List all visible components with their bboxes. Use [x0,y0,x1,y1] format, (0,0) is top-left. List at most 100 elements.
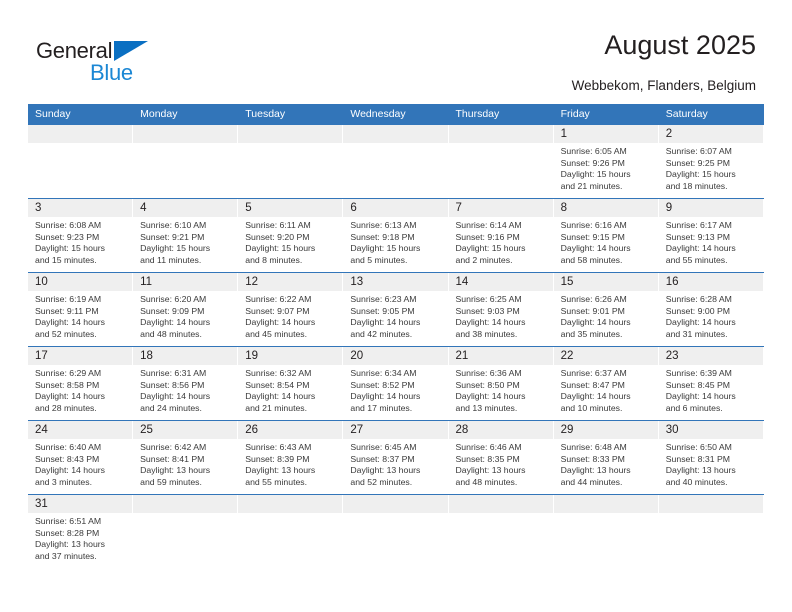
day-number: 14 [448,273,553,291]
day-sun-info: Sunrise: 6:42 AM Sunset: 8:41 PM Daylight:… [133,439,237,488]
calendar-day-cell[interactable]: 18 Sunrise: 6:31 AM Sunset: 8:56 PM Dayligh… [133,347,239,420]
day-number: 13 [343,273,448,291]
day-sunset-line: Sunset: 9:16 PM [455,231,520,242]
day-sunset-line: Sunset: 8:52 PM [350,379,415,390]
day-sunset-line: Sunset: 8:47 PM [560,379,625,390]
day-number [343,495,448,513]
day-sunrise-line: Sunrise: 6:34 AM [350,368,417,378]
day-number: 3 [28,199,133,217]
day-number: 16 [658,273,763,291]
logo-triangle-icon [114,41,148,61]
calendar-day-cell[interactable]: 25 Sunrise: 6:42 AM Sunset: 8:41 PM Dayligh… [133,421,239,494]
calendar-day-cell[interactable]: 12 Sunrise: 6:22 AM Sunset: 9:07 PM Dayligh… [238,273,344,346]
calendar-day-cell[interactable]: 1 Sunrise: 6:05 AM Sunset: 9:26 PM Daylight… [553,125,659,198]
day-number [658,495,763,513]
day-sunrise-line: Sunrise: 6:17 AM [665,220,732,230]
day-sunrise-line: Sunrise: 6:14 AM [455,220,522,230]
day-daylight-line: Daylight: 14 hours [140,391,211,402]
calendar-day-cell[interactable]: 24 Sunrise: 6:40 AM Sunset: 8:43 PM Dayligh… [28,421,134,494]
calendar-day-cell[interactable]: 14 Sunrise: 6:25 AM Sunset: 9:03 PM Dayligh… [448,273,554,346]
day-number: 4 [133,199,238,217]
calendar-day-cell[interactable]: 27 Sunrise: 6:45 AM Sunset: 8:37 PM Dayligh… [343,421,449,494]
calendar-day-cell[interactable]: 13 Sunrise: 6:23 AM Sunset: 9:05 PM Dayligh… [343,273,449,346]
calendar-day-cell[interactable]: 15 Sunrise: 6:26 AM Sunset: 9:01 PM Dayligh… [553,273,659,346]
day-sun-info: Sunrise: 6:40 AM Sunset: 8:43 PM Daylight:… [28,439,132,488]
day-sun-info [449,513,553,516]
day-sunset-line: Sunset: 8:50 PM [455,379,520,390]
logo-text-blue: Blue [90,60,133,85]
day-sunrise-line: Sunrise: 6:31 AM [140,368,207,378]
day-number: 26 [238,421,343,439]
day-daylight-line: and 52 minutes. [35,328,97,339]
day-sunset-line: Sunset: 9:26 PM [560,157,625,168]
calendar-week-row: 10 Sunrise: 6:19 AM Sunset: 9:11 PM Dayligh… [28,272,764,346]
day-sunrise-line: Sunrise: 6:23 AM [350,294,417,304]
calendar-day-cell[interactable]: 21 Sunrise: 6:36 AM Sunset: 8:50 PM Dayligh… [448,347,554,420]
calendar-day-cell-empty [448,125,554,198]
day-daylight-line: and 37 minutes. [35,550,97,561]
calendar-day-cell[interactable]: 11 Sunrise: 6:20 AM Sunset: 9:09 PM Dayligh… [133,273,239,346]
day-sun-info [133,513,237,516]
general-blue-logo[interactable]: General Blue [36,38,196,90]
calendar-week-row: 31 Sunrise: 6:51 AM Sunset: 8:28 PM Dayligh… [28,494,764,568]
day-daylight-line: and 17 minutes. [350,402,413,413]
calendar-day-cell-empty [343,495,449,568]
day-number: 7 [448,199,553,217]
calendar-day-cell[interactable]: 26 Sunrise: 6:43 AM Sunset: 8:39 PM Dayligh… [238,421,344,494]
calendar-day-cell[interactable]: 10 Sunrise: 6:19 AM Sunset: 9:11 PM Dayligh… [28,273,134,346]
day-daylight-line: Daylight: 14 hours [665,317,736,328]
calendar-day-cell[interactable]: 2 Sunrise: 6:07 AM Sunset: 9:25 PM Daylight… [658,125,764,198]
calendar-day-cell[interactable]: 9 Sunrise: 6:17 AM Sunset: 9:13 PM Daylight… [658,199,764,272]
calendar-day-cell[interactable]: 19 Sunrise: 6:32 AM Sunset: 8:54 PM Dayligh… [238,347,344,420]
calendar-day-cell[interactable]: 8 Sunrise: 6:16 AM Sunset: 9:15 PM Daylight… [553,199,659,272]
day-number [28,125,133,143]
day-daylight-line: Daylight: 14 hours [560,391,631,402]
day-sun-info: Sunrise: 6:17 AM Sunset: 9:13 PM Daylight:… [659,217,763,266]
calendar-day-cell[interactable]: 23 Sunrise: 6:39 AM Sunset: 8:45 PM Dayligh… [658,347,764,420]
day-daylight-line: and 24 minutes. [140,402,202,413]
day-sunrise-line: Sunrise: 6:42 AM [140,442,207,452]
calendar-day-cell[interactable]: 20 Sunrise: 6:34 AM Sunset: 8:52 PM Dayligh… [343,347,449,420]
calendar-day-cell[interactable]: 16 Sunrise: 6:28 AM Sunset: 9:00 PM Dayligh… [658,273,764,346]
calendar-day-cell[interactable]: 6 Sunrise: 6:13 AM Sunset: 9:18 PM Daylight… [343,199,449,272]
day-sun-info: Sunrise: 6:37 AM Sunset: 8:47 PM Daylight:… [554,365,658,414]
day-daylight-line: and 58 minutes. [560,254,623,265]
day-sun-info: Sunrise: 6:08 AM Sunset: 9:23 PM Daylight:… [28,217,132,266]
day-number: 10 [28,273,133,291]
calendar-day-cell[interactable]: 3 Sunrise: 6:08 AM Sunset: 9:23 PM Daylight… [28,199,134,272]
calendar-day-cell[interactable]: 17 Sunrise: 6:29 AM Sunset: 8:58 PM Dayligh… [28,347,134,420]
day-number: 2 [658,125,763,143]
calendar-day-cell-empty [343,125,449,198]
day-sunset-line: Sunset: 9:11 PM [35,305,99,316]
day-number: 8 [553,199,658,217]
day-sunrise-line: Sunrise: 6:26 AM [560,294,627,304]
day-sunrise-line: Sunrise: 6:16 AM [560,220,627,230]
day-sun-info: Sunrise: 6:39 AM Sunset: 8:45 PM Daylight:… [659,365,763,414]
page-header: General Blue August 2025 Webbekom, Fland… [0,0,792,100]
day-number [448,125,553,143]
calendar-day-cell[interactable]: 29 Sunrise: 6:48 AM Sunset: 8:33 PM Dayligh… [553,421,659,494]
weekday-header-saturday: Saturday [665,108,708,120]
day-daylight-line: and 40 minutes. [665,476,728,487]
calendar-weeks: 1 Sunrise: 6:05 AM Sunset: 9:26 PM Daylight… [28,125,764,568]
day-daylight-line: and 35 minutes. [560,328,623,339]
day-daylight-line: and 21 minutes. [245,402,308,413]
calendar-day-cell[interactable]: 7 Sunrise: 6:14 AM Sunset: 9:16 PM Daylight… [448,199,554,272]
calendar-day-cell[interactable]: 30 Sunrise: 6:50 AM Sunset: 8:31 PM Dayligh… [658,421,764,494]
day-sunrise-line: Sunrise: 6:48 AM [560,442,627,452]
calendar-day-cell[interactable]: 22 Sunrise: 6:37 AM Sunset: 8:47 PM Dayligh… [553,347,659,420]
page-title: August 2025 [604,30,756,60]
calendar-day-cell[interactable]: 5 Sunrise: 6:11 AM Sunset: 9:20 PM Daylight… [238,199,344,272]
calendar-day-cell-empty [133,125,239,198]
calendar-day-cell[interactable]: 31 Sunrise: 6:51 AM Sunset: 8:28 PM Dayligh… [28,495,134,568]
day-number [343,125,448,143]
calendar-day-cell[interactable]: 28 Sunrise: 6:46 AM Sunset: 8:35 PM Dayligh… [448,421,554,494]
day-sunset-line: Sunset: 9:25 PM [665,157,730,168]
day-sunrise-line: Sunrise: 6:29 AM [35,368,102,378]
day-sunset-line: Sunset: 9:07 PM [245,305,310,316]
day-number [133,495,238,513]
calendar-day-cell[interactable]: 4 Sunrise: 6:10 AM Sunset: 9:21 PM Daylight… [133,199,239,272]
day-number: 23 [658,347,763,365]
calendar-grid: Sunday Monday Tuesday Wednesday Thursday Frid… [28,104,764,568]
day-number: 25 [133,421,238,439]
